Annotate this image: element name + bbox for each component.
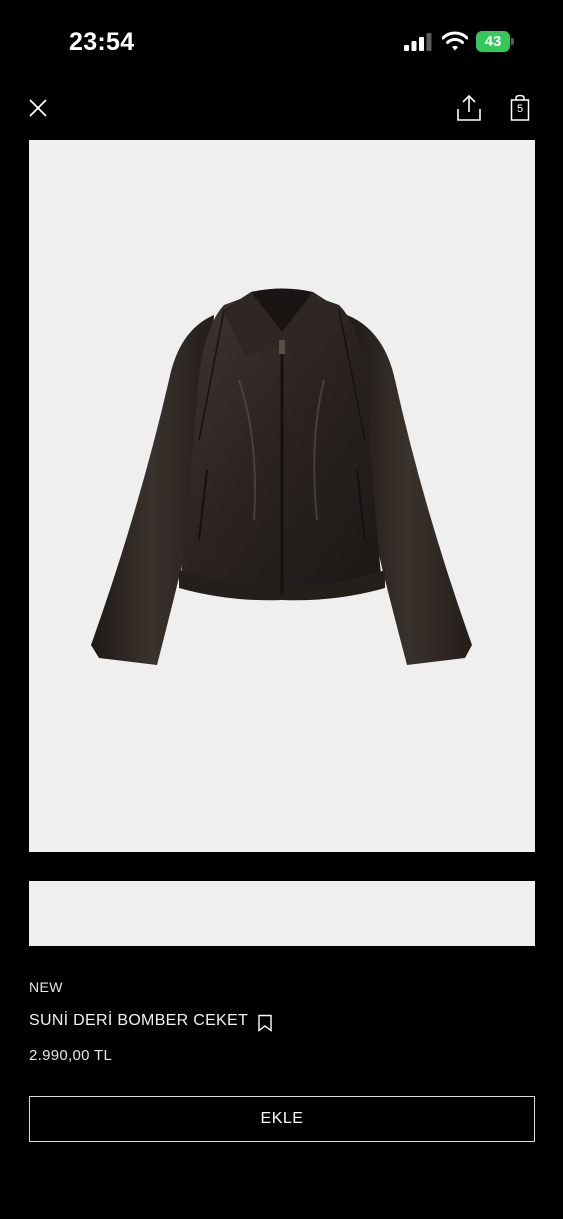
bag-count: 5 (516, 103, 524, 115)
top-toolbar: 5 (0, 84, 563, 134)
add-to-bag-button[interactable]: EKLE (29, 1096, 535, 1142)
new-badge: NEW (29, 979, 63, 995)
bookmark-icon[interactable] (257, 1014, 273, 1032)
status-time: 23:54 (69, 28, 135, 56)
wifi-icon (442, 31, 468, 51)
battery-indicator: 43 (476, 31, 514, 52)
product-price: 2.990,00 TL (29, 1047, 113, 1064)
share-icon[interactable] (456, 94, 482, 122)
battery-cap (511, 38, 514, 45)
cellular-signal-icon (404, 33, 432, 51)
battery-level: 43 (476, 31, 510, 52)
product-name: SUNİ DERİ BOMBER CEKET (29, 1012, 249, 1029)
status-bar: 23:54 43 (0, 0, 563, 84)
secondary-image-thumbnail[interactable] (29, 881, 535, 946)
jacket-illustration (91, 288, 472, 665)
shopping-bag-button[interactable]: 5 (508, 94, 532, 122)
product-image[interactable] (29, 140, 535, 852)
close-icon[interactable] (26, 96, 50, 120)
